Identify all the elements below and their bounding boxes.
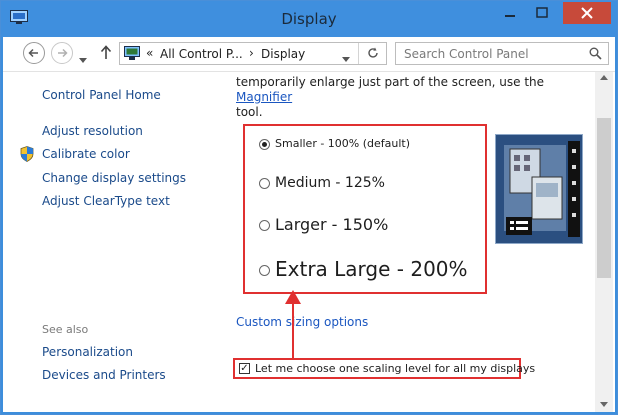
- scroll-down-icon[interactable]: [600, 402, 608, 407]
- option-smaller-label: Smaller - 100% (default): [275, 137, 411, 150]
- radio-extra-large[interactable]: [259, 265, 270, 276]
- address-segment-display[interactable]: Display: [261, 47, 305, 61]
- address-segment-control-panel[interactable]: All Control P...: [160, 47, 243, 61]
- option-extra-large-label: Extra Large - 200%: [275, 257, 468, 281]
- minimize-button[interactable]: [495, 2, 525, 24]
- title-bar[interactable]: Display: [1, 1, 617, 37]
- scrollbar-thumb[interactable]: [597, 118, 611, 278]
- address-overflow-chevrons[interactable]: «: [146, 46, 153, 60]
- intro-text-after: tool.: [236, 105, 263, 119]
- search-placeholder: Search Control Panel: [404, 47, 529, 61]
- annotation-arrow: [285, 290, 301, 360]
- refresh-icon: [368, 47, 378, 58]
- chevron-down-icon: [79, 58, 87, 63]
- arrow-right-icon: [58, 48, 68, 58]
- scaling-level-checkbox-label: Let me choose one scaling level for all …: [255, 362, 536, 375]
- intro-text: temporarily enlarge just part of the scr…: [236, 75, 576, 120]
- sidebar-adjust-resolution[interactable]: Adjust resolution: [42, 124, 143, 138]
- sidebar-adjust-cleartype[interactable]: Adjust ClearType text: [42, 194, 170, 208]
- arrow-up-icon: [100, 45, 112, 59]
- address-separator[interactable]: ›: [249, 46, 254, 60]
- minimize-icon: [505, 15, 515, 17]
- scroll-up-icon[interactable]: [600, 75, 608, 80]
- maximize-button[interactable]: [527, 2, 557, 24]
- scaling-options-highlight: Smaller - 100% (default) Medium - 125% L…: [243, 124, 487, 294]
- display-window: Display « All Control P... › Display Sea…: [0, 0, 618, 415]
- recent-pages-button[interactable]: [79, 49, 87, 68]
- forward-button[interactable]: [51, 42, 73, 64]
- address-history-dropdown[interactable]: [342, 51, 350, 65]
- chevron-down-icon: [342, 57, 350, 62]
- sidebar-calibrate-color-item: [20, 146, 34, 166]
- content-area: Control Panel Home Adjust resolution Cal…: [3, 72, 615, 412]
- search-icon[interactable]: [589, 47, 602, 60]
- scaling-level-checkbox[interactable]: ✓: [239, 363, 250, 374]
- see-also-devices-and-printers[interactable]: Devices and Printers: [42, 368, 166, 382]
- maximize-icon: [536, 7, 548, 18]
- address-bar[interactable]: « All Control P... › Display: [119, 42, 387, 65]
- up-button[interactable]: [100, 45, 112, 64]
- display-preview-image: [495, 134, 583, 244]
- radio-medium[interactable]: [259, 177, 270, 189]
- sidebar-control-panel-home[interactable]: Control Panel Home: [42, 88, 161, 102]
- vertical-scrollbar[interactable]: [595, 72, 613, 412]
- magnifier-link[interactable]: Magnifier: [236, 90, 292, 104]
- sidebar-calibrate-color[interactable]: Calibrate color: [42, 147, 130, 161]
- see-also-heading: See also: [42, 323, 89, 336]
- back-button[interactable]: [23, 42, 45, 64]
- radio-larger[interactable]: [259, 220, 270, 231]
- see-also-personalization[interactable]: Personalization: [42, 345, 133, 359]
- arrow-left-icon: [28, 48, 38, 58]
- option-extra-large[interactable]: Extra Large - 200%: [259, 257, 468, 281]
- intro-text-before: temporarily enlarge just part of the scr…: [236, 75, 545, 89]
- option-medium-label: Medium - 125%: [275, 175, 385, 191]
- option-larger-label: Larger - 150%: [275, 215, 389, 234]
- sidebar-change-display-settings[interactable]: Change display settings: [42, 171, 186, 185]
- option-larger[interactable]: Larger - 150%: [259, 215, 388, 234]
- control-panel-icon: [124, 46, 140, 60]
- close-icon: [581, 7, 593, 19]
- scaling-level-checkbox-row[interactable]: ✓ Let me choose one scaling level for al…: [233, 358, 535, 379]
- close-button[interactable]: [563, 2, 611, 24]
- search-input[interactable]: Search Control Panel: [395, 42, 609, 65]
- navigation-bar: « All Control P... › Display Search Cont…: [3, 37, 615, 72]
- option-smaller[interactable]: Smaller - 100% (default): [259, 137, 410, 150]
- refresh-button[interactable]: [358, 43, 387, 64]
- option-medium[interactable]: Medium - 125%: [259, 175, 385, 191]
- radio-smaller[interactable]: [259, 138, 270, 150]
- shield-icon: [20, 146, 34, 162]
